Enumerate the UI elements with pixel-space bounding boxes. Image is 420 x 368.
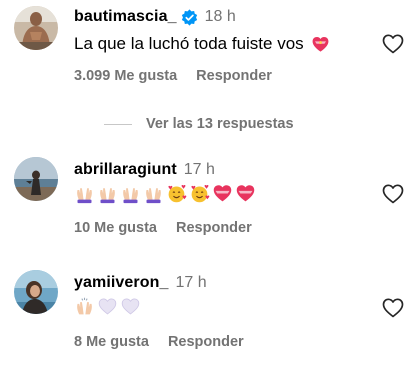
view-replies-label: Ver las 13 respuestas <box>146 116 294 132</box>
replies-divider <box>104 123 132 125</box>
smiling-face-hearts-icon <box>166 183 187 204</box>
reply-button[interactable]: Responder <box>176 220 252 236</box>
comment-text-row: La que la luchó toda fuiste vos <box>74 34 330 54</box>
comment-item: abrillaragiunt 17 h 10 Me gusta Responde… <box>0 150 420 250</box>
reply-button[interactable]: Responder <box>168 334 244 350</box>
heart-with-ribbon-icon <box>212 183 233 204</box>
heart-with-ribbon-icon <box>311 35 330 54</box>
reply-button[interactable]: Responder <box>196 68 272 84</box>
heart-with-ribbon-icon <box>235 183 256 204</box>
comment-meta: 3.099 Me gusta Responder <box>74 68 272 84</box>
timestamp: 17 h <box>183 161 215 178</box>
timestamp: 17 h <box>175 274 207 291</box>
comment-emoji-row <box>74 296 143 317</box>
comment-meta: 8 Me gusta Responder <box>74 334 244 350</box>
comment-text: La que la luchó toda fuiste vos <box>74 34 304 53</box>
comment-meta: 10 Me gusta Responder <box>74 220 252 236</box>
like-heart-icon[interactable] <box>381 296 405 320</box>
view-replies-button[interactable]: Ver las 13 respuestas <box>104 116 294 132</box>
raising-hands-icon <box>143 183 164 204</box>
comment-emoji-row <box>74 183 258 204</box>
verified-badge-icon <box>181 8 198 26</box>
like-heart-icon[interactable] <box>381 182 405 206</box>
white-heart-icon <box>120 296 141 317</box>
timestamp: 18 h <box>204 8 236 25</box>
smiling-face-hearts-icon <box>189 183 210 204</box>
like-heart-icon[interactable] <box>381 32 405 56</box>
comment-item: yamiiveron_ 17 h 8 Me gusta Responder <box>0 264 420 368</box>
white-heart-icon <box>97 296 118 317</box>
comment-item: bautimascia_ 18 h La que la luchó toda f… <box>0 0 420 100</box>
avatar[interactable] <box>14 270 58 314</box>
username[interactable]: bautimascia_ <box>74 8 177 26</box>
avatar[interactable] <box>14 6 58 50</box>
username[interactable]: yamiiveron_ <box>74 274 168 292</box>
avatar[interactable] <box>14 157 58 201</box>
raising-hands-icon <box>74 296 95 317</box>
raising-hands-icon <box>120 183 141 204</box>
likes-count[interactable]: 10 Me gusta <box>74 220 157 236</box>
username[interactable]: abrillaragiunt <box>74 161 177 179</box>
raising-hands-icon <box>74 183 95 204</box>
likes-count[interactable]: 8 Me gusta <box>74 334 149 350</box>
likes-count[interactable]: 3.099 Me gusta <box>74 68 177 84</box>
raising-hands-icon <box>97 183 118 204</box>
